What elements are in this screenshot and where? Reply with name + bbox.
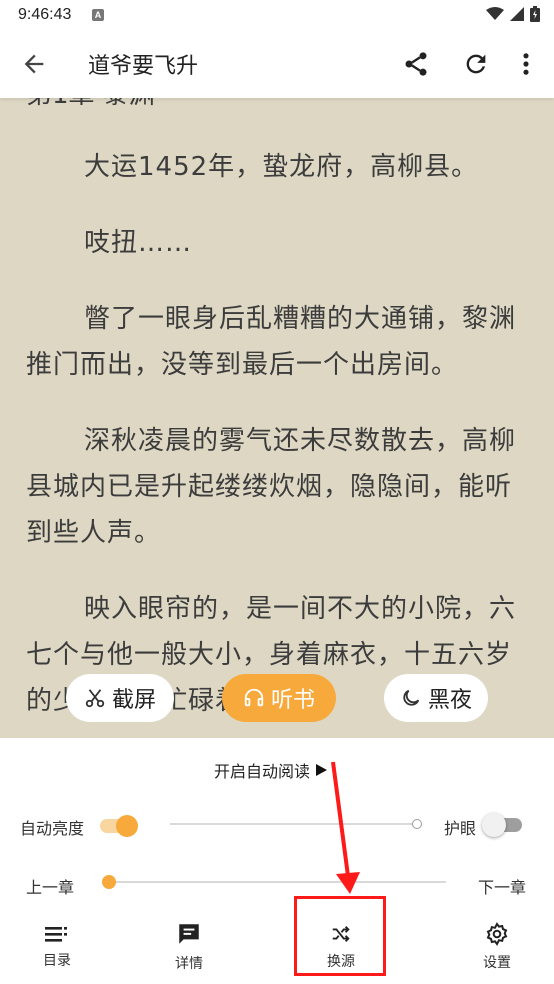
paragraph: 瞥了一眼身后乱糟糟的大通铺，黎渊推门而出，没等到最后一个出房间。 <box>26 304 517 380</box>
share-icon[interactable] <box>402 50 430 78</box>
play-icon <box>316 764 328 776</box>
wifi-icon <box>486 7 504 20</box>
back-arrow-icon[interactable] <box>20 50 48 78</box>
paragraph: 深秋凌晨的雾气还未尽数散去，高柳县城内已是升起缕缕炊烟，隐隐间，能听到些人声。 <box>26 426 517 548</box>
bottom-tabbar: 目录 详情 换源 设置 <box>0 910 554 984</box>
status-icons <box>486 6 540 22</box>
night-mode-button[interactable]: 黑夜 <box>384 674 488 722</box>
tab-label: 目录 <box>43 953 71 969</box>
refresh-icon[interactable] <box>462 50 490 78</box>
status-time: 9:46:43 <box>18 6 72 23</box>
bottom-panel: 开启自动阅读 自动亮度 护眼 上一章 下一章 目录 详情 换源 设置 <box>0 738 554 984</box>
message-icon <box>179 924 199 944</box>
scissors-icon <box>85 689 105 708</box>
brightness-slider-handle[interactable] <box>412 819 422 829</box>
screenshot-button[interactable]: 截屏 <box>66 674 174 722</box>
brightness-slider[interactable] <box>170 823 414 825</box>
auto-brightness-toggle[interactable] <box>100 815 142 837</box>
status-bar: 9:46:43 A <box>0 0 554 30</box>
app-bar: 道爷要飞升 <box>0 30 554 98</box>
status-a-icon: A <box>92 9 104 21</box>
brightness-label: 自动亮度 <box>20 819 85 838</box>
next-chapter-button[interactable]: 下一章 <box>478 874 526 898</box>
chapter-progress-handle[interactable] <box>102 875 116 889</box>
tab-catalog[interactable]: 目录 <box>12 910 102 984</box>
tab-label: 详情 <box>175 956 203 972</box>
eye-care-toggle[interactable] <box>480 813 524 837</box>
headphones-icon <box>244 688 264 707</box>
signal-icon <box>510 7 524 21</box>
paragraph: 大运1452年，蛰龙府，高柳县。 <box>84 152 479 182</box>
night-label: 黑夜 <box>427 688 472 713</box>
page-title: 道爷要飞升 <box>88 54 199 79</box>
prev-chapter-button[interactable]: 上一章 <box>26 874 74 898</box>
annotation-highlight-box <box>294 896 386 976</box>
screenshot-label: 截屏 <box>111 688 156 713</box>
eye-care-label: 护眼 <box>444 819 477 838</box>
listen-label: 听书 <box>270 688 315 713</box>
auto-read-label: 开启自动阅读 <box>214 762 311 781</box>
more-vert-icon[interactable] <box>512 50 540 78</box>
tab-settings[interactable]: 设置 <box>452 910 542 984</box>
chapter-heading-partial: 第1章 黎渊 <box>26 98 155 118</box>
paragraph: 吱扭…… <box>84 228 193 258</box>
battery-icon <box>530 6 540 22</box>
reader-content[interactable]: 第1章 黎渊 大运1452年，蛰龙府，高柳县。 吱扭…… 瞥了一眼身后乱糟糟的大… <box>0 98 554 738</box>
listen-button[interactable]: 听书 <box>222 674 336 722</box>
chapter-progress-slider[interactable] <box>106 881 446 883</box>
moon-icon <box>403 689 420 706</box>
auto-read-button[interactable]: 开启自动阅读 <box>214 758 328 782</box>
tab-details[interactable]: 详情 <box>144 910 234 984</box>
list-icon <box>45 927 67 942</box>
gear-icon <box>486 922 508 946</box>
tab-label: 设置 <box>483 955 511 971</box>
